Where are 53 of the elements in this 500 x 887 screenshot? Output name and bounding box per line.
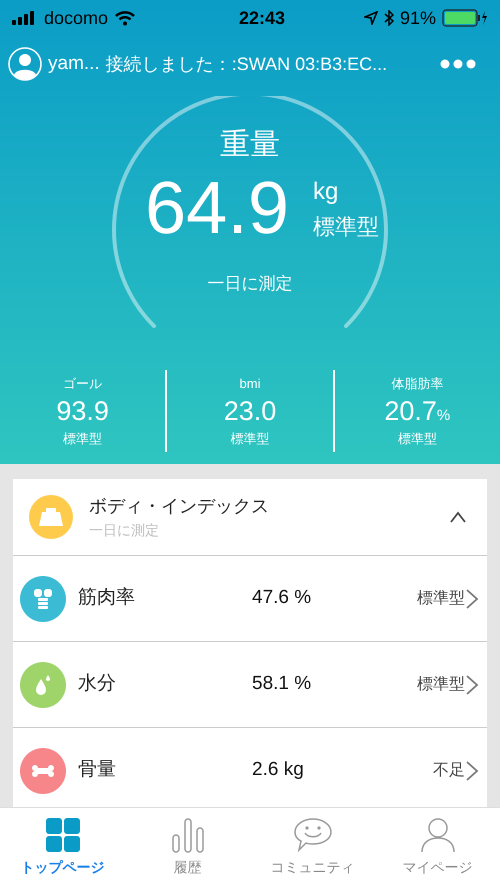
section-title: ボディ・インデックス [89, 495, 269, 518]
chevron-right-icon [465, 674, 479, 696]
chevron-right-icon [465, 760, 479, 782]
more-button[interactable] [440, 59, 476, 69]
more-icon [440, 59, 476, 69]
index-label: 水分 [78, 672, 117, 696]
stat-value: 93.9 [56, 398, 109, 424]
index-status: 標準型 [417, 588, 465, 608]
section-subtitle: 一日に測定 [89, 521, 160, 540]
index-value: 2.6 kg [252, 758, 304, 782]
avatar-icon [8, 47, 42, 81]
wifi-icon [114, 10, 136, 26]
index-row[interactable]: 筋肉率 47.6 % 標準型 [13, 556, 487, 642]
index-value: 47.6 % [252, 586, 312, 610]
battery-icon [442, 9, 488, 27]
stat-value: 23.0 [224, 398, 276, 424]
collapse-button[interactable] [449, 511, 467, 523]
tab-bar-item[interactable]: 履歴 [125, 808, 250, 887]
person-icon [420, 817, 456, 853]
weight-value: 64.9 [144, 171, 290, 245]
stat-label: bmi [240, 375, 260, 393]
clock-time: 22:43 [238, 6, 286, 30]
connection-status: 接続しました：:SWAN 03:B3:EC... [106, 52, 388, 76]
stat-type: 標準型 [398, 430, 437, 448]
carrier-name: docomo [44, 6, 108, 30]
tab-bar-item[interactable]: トップページ [0, 808, 125, 887]
smiley-bubble-icon [292, 817, 332, 853]
stat-type: 標準型 [230, 430, 270, 448]
weight-icon [29, 495, 73, 539]
chevron-right-icon [465, 588, 479, 610]
stat-label: 体脂肪率 [391, 375, 444, 393]
bluetooth-icon [384, 10, 394, 26]
index-label: 筋肉率 [78, 586, 136, 610]
chevron-icon [449, 511, 467, 523]
user-name: yam... [48, 52, 100, 76]
battery-percent: 91% [400, 6, 436, 30]
index-row[interactable]: 水分 58.1 % 標準型 [13, 642, 487, 728]
index-status: 不足 [433, 760, 465, 780]
weight-unit: kg [313, 176, 340, 206]
tab-bar-item[interactable]: マイページ [375, 808, 500, 887]
index-status: 標準型 [417, 674, 465, 694]
weight-type: 標準型 [313, 212, 380, 240]
bar-chart-icon [170, 817, 206, 853]
stat-label: ゴール [63, 375, 102, 393]
weight-title: 重量 [220, 127, 280, 163]
index-label: 骨量 [78, 758, 117, 782]
stat-type: 標準型 [63, 430, 102, 448]
grid-icon [44, 817, 80, 853]
location-arrow-icon [364, 11, 378, 25]
stat-value: 20.7% [384, 398, 450, 424]
index-value: 58.1 % [252, 672, 312, 696]
tab-bar-item[interactable]: コミュニティ [250, 808, 375, 887]
measure-note: 一日に測定 [208, 273, 292, 295]
